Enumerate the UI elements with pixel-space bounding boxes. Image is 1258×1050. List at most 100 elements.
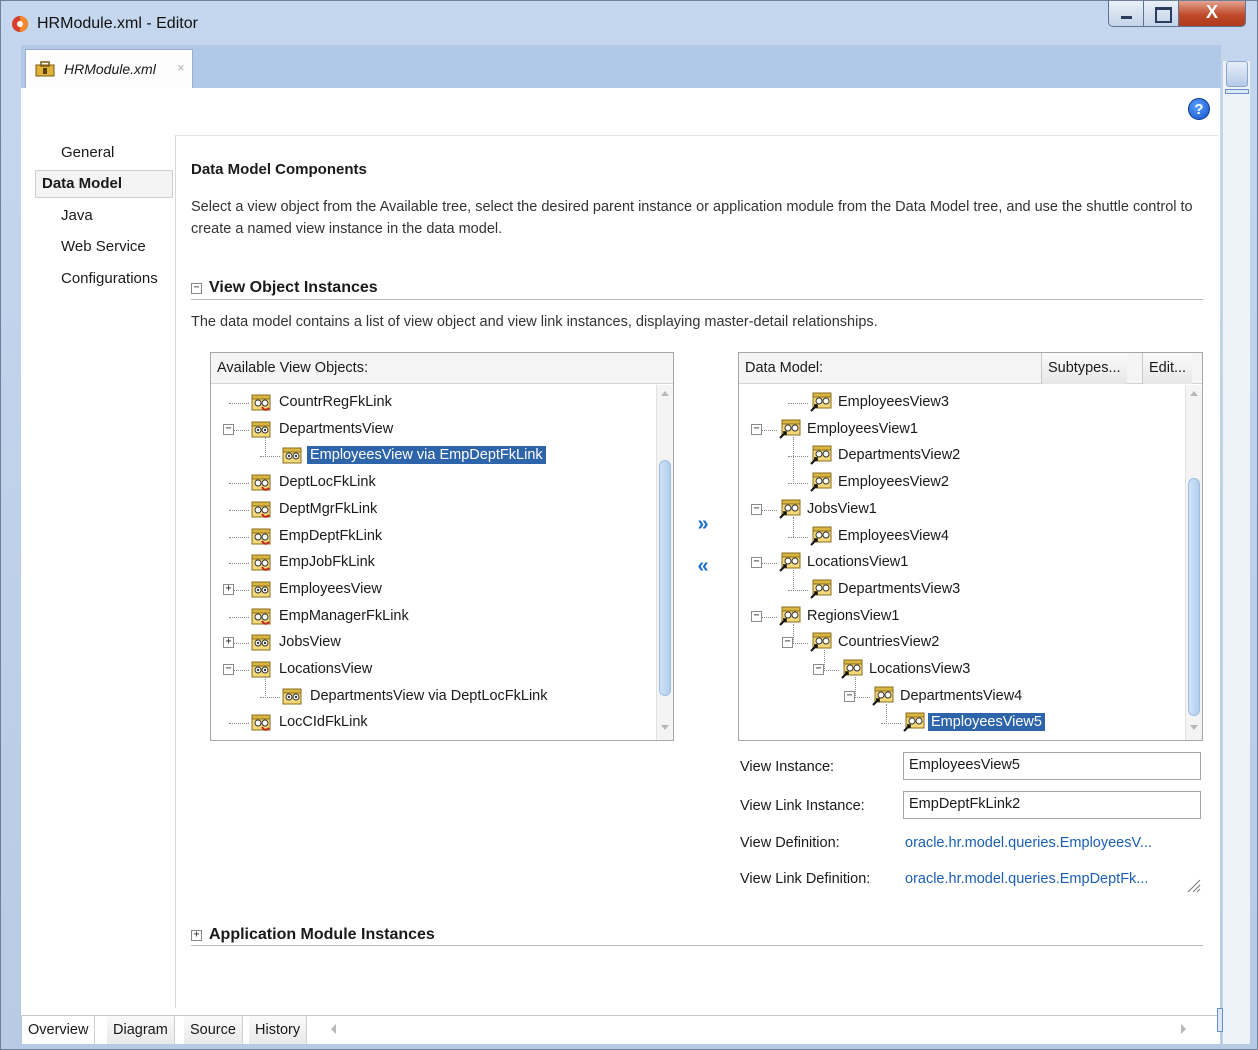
document-tab[interactable]: HRModule.xml × <box>25 49 193 88</box>
view-definition-link[interactable]: oracle.hr.model.queries.EmployeesV... <box>905 835 1152 851</box>
edit-button[interactable]: Edit... <box>1142 353 1193 384</box>
scroll-up-icon[interactable] <box>661 391 669 396</box>
tab-diagram[interactable]: Diagram <box>107 1016 175 1044</box>
tree-connector <box>229 509 249 511</box>
resize-grip-icon[interactable] <box>1185 877 1201 893</box>
collapse-node-icon[interactable]: − <box>751 503 762 515</box>
data-model-panel-header: Data Model: Subtypes... Edit... <box>739 353 1202 384</box>
tree-row[interactable]: − CountriesView2 <box>739 630 1179 656</box>
tree-row[interactable]: − DepartmentsView <box>211 417 651 443</box>
tree-row-label: EmployeesView2 <box>838 474 949 491</box>
tree-connector <box>229 563 249 565</box>
expand-am-section-toggle[interactable]: + <box>191 930 202 941</box>
available-scrollbar[interactable] <box>656 385 673 740</box>
view-instance-icon <box>779 419 801 439</box>
scroll-top-button[interactable] <box>1226 61 1248 87</box>
tree-row[interactable]: EmployeesView5 <box>739 710 1179 736</box>
tree-row-label: EmpManagerFkLink <box>279 607 409 624</box>
tree-guide <box>265 436 266 458</box>
tree-connector <box>229 483 249 485</box>
tree-row-label: EmpDeptFkLink <box>279 527 383 544</box>
data-model-panel: Data Model: Subtypes... Edit... Employee… <box>738 352 1203 741</box>
tree-row[interactable]: DeptMgrFkLink <box>211 497 651 523</box>
tree-row[interactable]: − LocationsView3 <box>739 657 1179 683</box>
tree-row[interactable]: − RegionsView1 <box>739 604 1179 630</box>
tree-row[interactable]: EmpManagerFkLink <box>211 604 651 630</box>
tree-row[interactable]: − DepartmentsView4 <box>739 684 1179 710</box>
tree-connector <box>229 723 249 725</box>
nav-item-java[interactable]: Java <box>41 203 181 231</box>
scroll-thumb[interactable] <box>1188 478 1200 716</box>
subtypes-button[interactable]: Subtypes... <box>1041 353 1127 384</box>
tab-source[interactable]: Source <box>184 1016 243 1044</box>
nav-item-data-model[interactable]: Data Model <box>35 170 173 198</box>
scroll-right-icon[interactable] <box>1181 1024 1186 1034</box>
tree-guide <box>793 623 794 645</box>
split-handle-bottom[interactable] <box>1217 1008 1223 1032</box>
collapse-node-icon[interactable]: − <box>813 664 824 675</box>
tree-row[interactable]: − EmployeesView1 <box>739 417 1179 443</box>
vo-section-title: View Object Instances <box>209 279 378 296</box>
expand-node-icon[interactable]: + <box>223 637 234 649</box>
scroll-down-icon[interactable] <box>661 725 669 730</box>
tree-row[interactable]: LocCIdFkLink <box>211 710 651 736</box>
tree-row[interactable]: EmpDeptFkLink <box>211 524 651 550</box>
collapse-node-icon[interactable]: − <box>751 557 762 569</box>
tree-row-label: LocationsView3 <box>869 661 971 677</box>
tree-row[interactable]: DeptLocFkLink <box>211 470 651 496</box>
data-model-scrollbar[interactable] <box>1185 385 1202 740</box>
tree-row[interactable]: EmpJobFkLink <box>211 550 651 576</box>
minimize-button[interactable] <box>1108 1 1144 27</box>
window-vertical-scrollbar[interactable] <box>1222 61 1250 1044</box>
tab-history[interactable]: History <box>249 1016 308 1044</box>
tree-row[interactable]: DepartmentsView3 <box>739 577 1179 603</box>
view-link-instance-field[interactable]: EmpDeptFkLink2 <box>903 791 1201 819</box>
tree-row[interactable]: EmployeesView4 <box>739 524 1179 550</box>
tree-row[interactable]: EmployeesView2 <box>739 470 1179 496</box>
nav-item-web-service[interactable]: Web Service <box>41 234 181 262</box>
title-bar[interactable]: HRModule.xml - Editor X <box>1 1 1257 45</box>
collapse-node-icon[interactable]: − <box>223 423 234 435</box>
tree-row-label: LocationsView <box>279 661 373 677</box>
split-handle-top[interactable] <box>1225 89 1249 94</box>
tree-row-label: CountrRegFkLink <box>279 394 392 410</box>
collapse-node-icon[interactable]: − <box>844 690 855 702</box>
tree-connector <box>229 616 249 618</box>
tree-row[interactable]: + JobsView <box>211 630 651 656</box>
tree-row[interactable]: + EmployeesView <box>211 577 651 603</box>
view-instance-icon <box>841 659 863 679</box>
close-window-button[interactable]: X <box>1178 1 1246 27</box>
tree-row[interactable]: DepartmentsView2 <box>739 443 1179 469</box>
view-instance-field[interactable]: EmployeesView5 <box>903 752 1201 780</box>
view-link-definition-link[interactable]: oracle.hr.model.queries.EmpDeptFk... <box>905 871 1148 887</box>
tree-row[interactable]: − LocationsView1 <box>739 550 1179 576</box>
scroll-thumb[interactable] <box>659 460 671 696</box>
shuttle-add-button[interactable]: » <box>695 514 711 534</box>
expand-node-icon[interactable]: + <box>223 583 234 595</box>
view-object-icon <box>251 632 273 652</box>
scroll-up-icon[interactable] <box>1190 391 1198 396</box>
scroll-left-icon[interactable] <box>331 1024 336 1034</box>
tab-overview[interactable]: Overview <box>21 1016 96 1044</box>
help-icon[interactable]: ? <box>1188 98 1210 120</box>
nav-item-general[interactable]: General <box>41 140 181 168</box>
collapse-vo-section-toggle[interactable]: − <box>191 283 202 294</box>
scroll-down-icon[interactable] <box>1190 725 1198 730</box>
close-tab-icon[interactable]: × <box>177 60 185 75</box>
collapse-node-icon[interactable]: − <box>223 664 234 675</box>
collapse-node-icon[interactable]: − <box>751 610 762 622</box>
collapse-node-icon[interactable]: − <box>782 637 793 649</box>
collapse-node-icon[interactable]: − <box>751 423 762 435</box>
tree-connector <box>229 403 249 404</box>
maximize-button[interactable] <box>1143 1 1179 27</box>
tree-row[interactable]: CountrRegFkLink <box>211 390 651 416</box>
tree-row[interactable]: DepartmentsView via DeptLocFkLink <box>211 684 651 710</box>
tree-row[interactable]: EmployeesView via EmpDeptFkLink <box>211 443 651 469</box>
view-instance-icon <box>779 552 801 572</box>
tree-row[interactable]: EmployeesView3 <box>739 390 1179 416</box>
tree-row[interactable]: − JobsView1 <box>739 497 1179 523</box>
tree-connector <box>788 456 808 458</box>
nav-item-configurations[interactable]: Configurations <box>41 266 181 294</box>
tree-row[interactable]: − LocationsView <box>211 657 651 683</box>
shuttle-remove-button[interactable]: « <box>695 556 711 576</box>
